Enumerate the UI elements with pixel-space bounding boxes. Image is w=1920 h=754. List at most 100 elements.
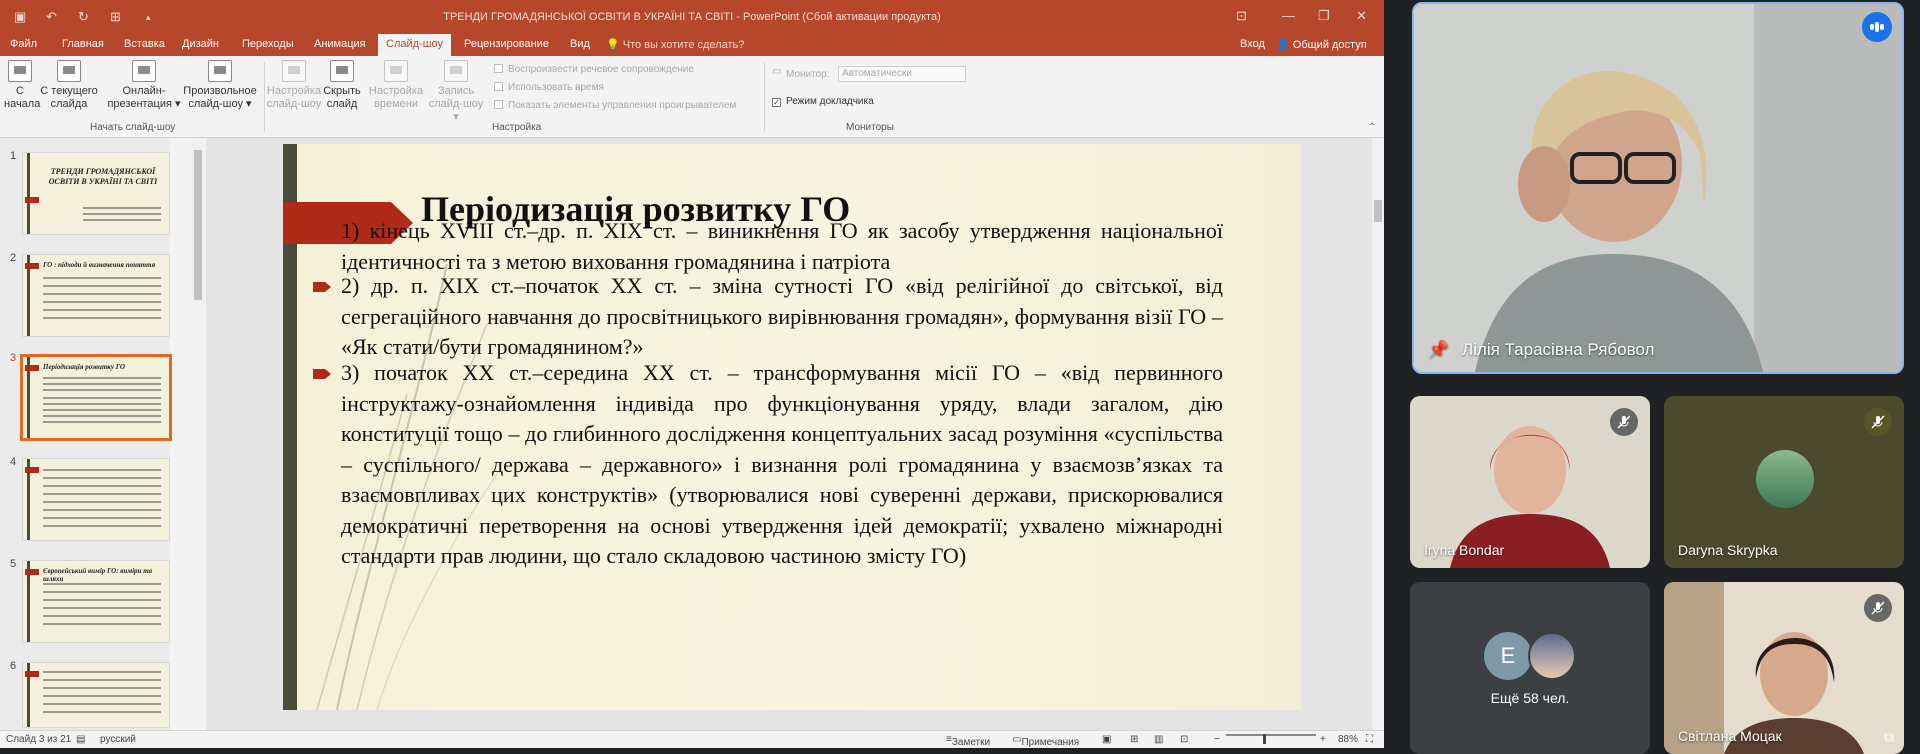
slide-thumbnail-6[interactable] bbox=[22, 662, 170, 728]
from-current-button[interactable]: С текущего слайда bbox=[38, 60, 100, 111]
ribbon-options-icon[interactable]: ⊡ bbox=[1236, 8, 1247, 24]
participant-tile-2[interactable]: Daryna Skrypka bbox=[1664, 396, 1904, 568]
collapse-ribbon-icon[interactable]: ⌃ bbox=[1368, 122, 1376, 133]
thumb-line bbox=[43, 671, 161, 673]
pin-icon[interactable]: 📌 bbox=[1428, 340, 1449, 360]
monitor-select[interactable]: Автоматически bbox=[838, 66, 966, 82]
slide-thumbnail-5[interactable]: Європейський вимір ГО: виміри та шляхи bbox=[22, 560, 170, 643]
thumb-arrow bbox=[25, 467, 39, 473]
minimize-icon[interactable]: — bbox=[1282, 8, 1295, 23]
zoom-slider[interactable] bbox=[1226, 734, 1316, 736]
hide-slide-icon bbox=[330, 60, 354, 82]
slide-thumbnail-3[interactable]: Періодизація розвитку ГО bbox=[20, 354, 172, 441]
thumb-line bbox=[43, 383, 161, 385]
reading-view-icon[interactable]: ▥ bbox=[1154, 734, 1163, 745]
ribbon-separator bbox=[764, 62, 765, 132]
slide-sorter-icon[interactable]: ⊞ bbox=[1130, 734, 1138, 745]
participant-name: Лілія Тарасівна Рябовол bbox=[1462, 340, 1655, 359]
record-line2: слайд-шоу ▾ bbox=[428, 98, 484, 123]
slide-thumbnail-1[interactable]: ТРЕНДИ ГРОМАДЯНСЬКОЇ ОСВІТИ В УКРАЇНІ ТА… bbox=[22, 152, 170, 235]
participant-tile-1[interactable]: Iryna Bondar bbox=[1410, 396, 1650, 568]
thumb-line bbox=[43, 525, 161, 527]
thumb-line bbox=[43, 389, 161, 391]
slide-thumbnail-4[interactable] bbox=[22, 458, 170, 541]
notes-label: Заметки bbox=[951, 737, 991, 748]
presenter-view-checkbox[interactable]: ✓ Режим докладчика bbox=[772, 96, 874, 107]
scroll-thumb[interactable] bbox=[194, 150, 202, 300]
record-slideshow-button[interactable]: Запись слайд-шоу ▾ bbox=[426, 60, 486, 124]
slide-thumbnails-pane: 1 ТРЕНДИ ГРОМАДЯНСЬКОЇ ОСВІТИ В УКРАЇНІ … bbox=[0, 138, 172, 730]
tab-transitions[interactable]: Переходы bbox=[234, 34, 302, 56]
more-participants-tile[interactable]: E Ещё 58 чел. bbox=[1410, 582, 1650, 754]
slide-bullet-1[interactable]: 1) кінець XVIII ст.–др. п. XIX ст. – вин… bbox=[341, 216, 1223, 277]
thumb-title: Періодизація розвитку ГО bbox=[43, 363, 125, 371]
present-online-button[interactable]: Онлайн- презентация ▾ bbox=[106, 60, 182, 111]
slideshow-view-icon[interactable]: ⊡ bbox=[1180, 734, 1188, 745]
notes-button[interactable]: ≡ Заметки bbox=[946, 734, 990, 748]
present-online-line2: презентация ▾ bbox=[107, 98, 181, 110]
thumbnails-scrollbar[interactable] bbox=[192, 138, 204, 728]
play-icon bbox=[8, 60, 32, 82]
setup-line1: Настройка bbox=[266, 85, 322, 97]
from-beginning-line1: С bbox=[16, 85, 24, 97]
show-media-controls-label: Показать элементы управления проигрывате… bbox=[508, 100, 737, 111]
slide-bullet-3[interactable]: 3) початок XX ст.–середина XX ст. – тран… bbox=[341, 358, 1223, 572]
maximize-icon[interactable]: ❐ bbox=[1318, 8, 1330, 24]
thumb-line bbox=[43, 477, 161, 479]
slide-thumbnail-2[interactable]: ГО : підходи й визначення поняття bbox=[22, 254, 170, 337]
participant-name: Daryna Skrypka bbox=[1678, 542, 1778, 558]
current-slide[interactable]: Періодизація розвитку ГО 1) кінець XVIII… bbox=[283, 144, 1301, 710]
show-media-controls-checkbox[interactable]: Показать элементы управления проигрывате… bbox=[494, 100, 736, 111]
zoom-level[interactable]: 88% bbox=[1338, 734, 1358, 745]
normal-view-icon[interactable]: ▣ bbox=[1102, 734, 1111, 745]
comments-label: Примечания bbox=[1021, 737, 1080, 748]
zoom-in-icon[interactable]: + bbox=[1320, 734, 1326, 745]
thumb-line bbox=[43, 277, 161, 279]
setup-slideshow-button[interactable]: Настройка слайд-шоу bbox=[266, 60, 322, 111]
fit-slide-icon[interactable]: ⛶ bbox=[1366, 734, 1373, 745]
slide-bullet-2[interactable]: 2) др. п. XIX ст.–початок XX ст. – зміна… bbox=[341, 271, 1223, 363]
avatar bbox=[1528, 632, 1576, 680]
tab-home[interactable]: Главная bbox=[54, 34, 112, 56]
thumb-line bbox=[43, 317, 161, 319]
thumb-number: 5 bbox=[10, 558, 17, 570]
tab-view[interactable]: Вид bbox=[562, 34, 598, 56]
slide-scrollbar[interactable] bbox=[1372, 138, 1384, 730]
language-indicator[interactable]: русский bbox=[100, 734, 136, 745]
tab-design[interactable]: Дизайн bbox=[174, 34, 227, 56]
tab-file[interactable]: Файл bbox=[2, 34, 45, 56]
present-online-icon bbox=[132, 60, 156, 82]
scroll-thumb[interactable] bbox=[1374, 200, 1382, 222]
sign-in-link[interactable]: Вход bbox=[1240, 38, 1265, 50]
from-beginning-button[interactable]: С начала bbox=[4, 60, 40, 111]
present-online-line1: Онлайн- bbox=[122, 85, 166, 97]
share-button[interactable]: 👤 Общий доступ bbox=[1276, 38, 1367, 51]
zoom-slider-handle[interactable] bbox=[1263, 734, 1266, 744]
from-current-line1: С текущего bbox=[40, 85, 98, 97]
thumb-line bbox=[43, 711, 161, 713]
avatar bbox=[1756, 450, 1814, 508]
tab-review[interactable]: Рецензирование bbox=[456, 34, 557, 56]
bullet-arrow-icon bbox=[313, 369, 331, 379]
more-participants-label: Ещё 58 чел. bbox=[1490, 690, 1570, 706]
thumb-number: 4 bbox=[10, 456, 17, 468]
comments-button[interactable]: ▭ Примечания bbox=[1012, 734, 1079, 748]
rehearse-timings-button[interactable]: Настройка времени bbox=[366, 60, 426, 111]
tab-animations[interactable]: Анимация bbox=[306, 34, 374, 56]
spellcheck-icon[interactable]: ▤ bbox=[76, 734, 85, 745]
custom-slideshow-button[interactable]: Произвольное слайд-шоу ▾ bbox=[180, 60, 260, 111]
thumb-line bbox=[43, 415, 161, 417]
tell-me-search[interactable]: 💡 Что вы хотите сделать? bbox=[606, 38, 744, 51]
present-screen-icon[interactable]: ⧉ bbox=[1884, 729, 1894, 746]
monitors-group-label: Мониторы bbox=[846, 122, 894, 133]
participant-tile-3[interactable]: Світлана Моцак ⧉ bbox=[1664, 582, 1904, 754]
hide-slide-button[interactable]: Скрыть слайд bbox=[322, 60, 362, 111]
tab-slideshow[interactable]: Слайд-шоу bbox=[378, 34, 452, 56]
main-speaker-tile[interactable]: 📌 Лілія Тарасівна Рябовол bbox=[1412, 2, 1904, 374]
use-timings-checkbox[interactable]: Использовать время bbox=[494, 82, 604, 93]
play-narrations-checkbox[interactable]: Воспроизвести речевое сопровождение bbox=[494, 64, 694, 75]
close-icon[interactable]: ✕ bbox=[1356, 8, 1367, 24]
thumb-line bbox=[43, 591, 161, 593]
zoom-out-icon[interactable]: − bbox=[1214, 734, 1220, 745]
tab-insert[interactable]: Вставка bbox=[116, 34, 173, 56]
